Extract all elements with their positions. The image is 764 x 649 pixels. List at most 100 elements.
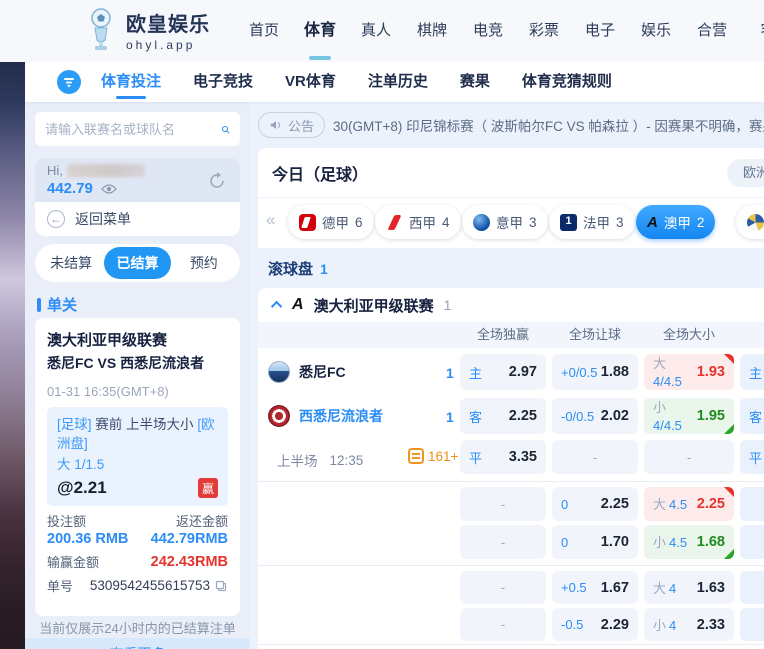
tab-settled[interactable]: 已结算 xyxy=(104,247,170,279)
order-number: 5309542455615753 xyxy=(90,578,210,593)
dash: - xyxy=(501,497,505,512)
tab-active-underline xyxy=(116,96,146,99)
stake-label: 投注额 xyxy=(47,511,86,530)
col-fulltime-1x2: 全场独赢 xyxy=(460,322,546,348)
top-nav-esports[interactable]: 电竞 xyxy=(472,0,504,62)
cell-odds: 1.68 xyxy=(697,534,725,550)
odds-column-header: 全场独赢 全场让球 全场大小 xyxy=(258,322,764,348)
more-markets-link[interactable]: 161+ xyxy=(408,448,458,464)
odds-cell-handicap[interactable]: 0 2.25 xyxy=(552,487,638,521)
live-betting-row[interactable]: 滚球盘 1 xyxy=(268,258,328,279)
search-icon[interactable] xyxy=(221,121,230,138)
chip-seriea[interactable]: 意甲 3 xyxy=(462,205,548,239)
scroll-left-icon[interactable]: « xyxy=(266,210,273,230)
cell-odds: 2.25 xyxy=(601,496,629,512)
greeting-label: Hi, xyxy=(47,163,63,178)
eye-icon[interactable] xyxy=(101,183,117,195)
top-nav-slots[interactable]: 电子 xyxy=(584,0,616,62)
top-nav-live[interactable]: 真人 xyxy=(360,0,392,62)
odds-cell-partial[interactable] xyxy=(740,525,764,559)
odds-cell-partial[interactable] xyxy=(740,487,764,521)
odds-cell-under[interactable]: 小4/4.5 1.95 xyxy=(644,398,734,434)
odds-cell-partial[interactable] xyxy=(740,608,764,641)
odds-cell-under[interactable]: 小4 2.33 xyxy=(644,608,734,641)
odds-cell-over[interactable]: 大4/4.5 1.93 xyxy=(644,354,734,390)
top-nav-lottery[interactable]: 彩票 xyxy=(528,0,560,62)
cell-line: 4 xyxy=(669,618,676,633)
copy-icon[interactable] xyxy=(214,579,228,593)
chip-ligue1[interactable]: 法甲 3 xyxy=(549,205,635,239)
chip-laliga[interactable]: 西甲 4 xyxy=(375,205,461,239)
odds-cell-draw[interactable]: 平 3.35 xyxy=(460,440,546,474)
cell-odds: 1.93 xyxy=(697,364,725,380)
cell-odds: 1.95 xyxy=(697,408,725,424)
odds-cell-empty: - xyxy=(460,525,546,559)
cell-odds: 3.35 xyxy=(509,449,537,465)
top-nav-entertainment[interactable]: 娱乐 xyxy=(640,0,672,62)
odds-cell-handicap[interactable]: -0.5 2.29 xyxy=(552,608,638,641)
odds-cell-away-win[interactable]: 客 2.25 xyxy=(460,398,546,434)
odds-cell-partial[interactable]: 平 xyxy=(740,440,764,474)
cell-odds: 2.33 xyxy=(697,617,725,633)
top-nav-service[interactable]: 客 xyxy=(752,0,764,62)
tab-vr-sports[interactable]: VR体育 xyxy=(285,62,336,102)
top-nav-cards[interactable]: 棋牌 xyxy=(416,0,448,62)
odds-cell-partial[interactable] xyxy=(740,571,764,604)
cell-label: -0/0.5 xyxy=(561,409,594,424)
order-label: 单号 xyxy=(47,576,73,595)
seriea-icon xyxy=(473,214,490,231)
top-nav-affiliate[interactable]: 合营 xyxy=(696,0,728,62)
odds-cell-away-handicap[interactable]: -0/0.5 2.02 xyxy=(552,398,638,434)
refresh-icon[interactable] xyxy=(206,170,228,192)
cell-odds: 1.88 xyxy=(601,364,629,380)
username-blurred xyxy=(67,164,145,177)
win-badge: 赢 xyxy=(198,478,218,498)
chip-bundesliga[interactable]: 德甲 6 xyxy=(288,205,374,239)
collapse-chevron-icon[interactable] xyxy=(271,301,282,312)
odds-cell-handicap[interactable]: 0 1.70 xyxy=(552,525,638,559)
chip-count: 6 xyxy=(355,215,363,230)
brand-logo[interactable]: 欧皇娱乐 ohyl.app xyxy=(84,8,210,52)
top-nav-home[interactable]: 首页 xyxy=(248,0,280,62)
balance-card: Hi, 442.79 xyxy=(35,158,240,202)
filter-button[interactable] xyxy=(57,70,81,94)
top-nav-sports[interactable]: 体育 xyxy=(304,0,336,62)
chip-aleague[interactable]: A 澳甲 2 xyxy=(636,205,715,239)
tab-results[interactable]: 赛果 xyxy=(460,62,490,102)
bet-detail-box: [足球] 赛前 上半场大小 [欧洲盘] 大 1/1.5 @2.21 赢 xyxy=(47,407,228,506)
tab-reserved[interactable]: 预约 xyxy=(171,247,237,279)
back-to-menu-button[interactable]: ← 返回菜单 xyxy=(35,202,240,236)
view-more-button[interactable]: 查看更多 xyxy=(25,638,250,649)
odds-cell-handicap[interactable]: +0.5 1.67 xyxy=(552,571,638,604)
league-title: 澳大利亚甲级联赛 xyxy=(314,295,434,316)
cell-line: 4/4.5 xyxy=(653,374,682,389)
tab-esports[interactable]: 电子竞技 xyxy=(193,62,253,102)
return-label: 返还金额 xyxy=(176,511,228,530)
odds-cell-home-win[interactable]: 主 2.97 xyxy=(460,354,546,390)
chip-championship[interactable]: 英冠 xyxy=(736,205,764,239)
search-input[interactable] xyxy=(45,122,221,137)
odds-cell-partial[interactable]: 客 xyxy=(740,398,764,434)
row-divider xyxy=(258,644,764,645)
cell-label: +0.5 xyxy=(561,580,587,595)
odds-cell-over[interactable]: 大4.5 2.25 xyxy=(644,487,734,521)
odds-cell-over[interactable]: 大4 1.63 xyxy=(644,571,734,604)
tab-sports-betting[interactable]: 体育投注 xyxy=(101,62,161,102)
league-odds-card: A 澳大利亚甲级联赛 1 全场独赢 全场让球 全场大小 悉尼FC 1 主 2.9… xyxy=(258,288,764,649)
odds-cell-under[interactable]: 小4.5 1.68 xyxy=(644,525,734,559)
odds-cell-partial[interactable]: 主 xyxy=(740,354,764,390)
sub-tabs: 体育投注 电子竞技 VR体育 注单历史 赛果 体育竞猜规则 xyxy=(101,62,612,102)
league-chips-row: « 德甲 6 西甲 4 意甲 3 法甲 3 A xyxy=(258,198,764,247)
odds-cell-home-handicap[interactable]: +0/0.5 1.88 xyxy=(552,354,638,390)
winloss-value: 242.43RMB xyxy=(151,554,228,570)
chip-count: 3 xyxy=(529,215,537,230)
cell-odds: 2.25 xyxy=(697,496,725,512)
tab-rules[interactable]: 体育竞猜规则 xyxy=(522,62,612,102)
chip-count: 4 xyxy=(442,215,450,230)
chip-count: 2 xyxy=(697,215,705,230)
tab-unsettled[interactable]: 未结算 xyxy=(38,247,104,279)
announcement-pill[interactable]: 公告 xyxy=(258,112,325,138)
market-type-pill[interactable]: 欧洲盘 xyxy=(727,159,764,187)
bet-match-time: 01-31 16:35(GMT+8) xyxy=(47,384,228,399)
tab-bet-history[interactable]: 注单历史 xyxy=(368,62,428,102)
